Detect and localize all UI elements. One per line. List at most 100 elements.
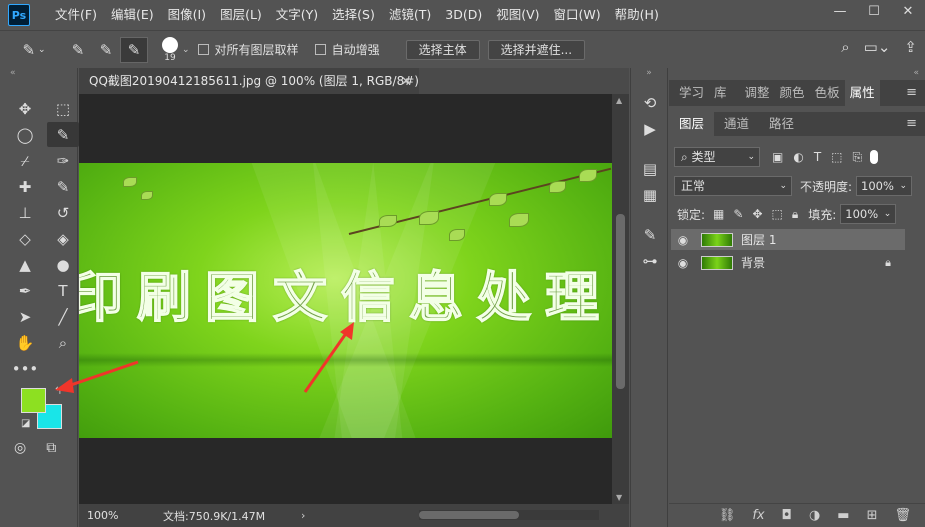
layer-row[interactable]: ◉ 图层 1: [671, 229, 905, 250]
pen-tool-icon[interactable]: ✒: [9, 278, 41, 303]
delete-layer-icon[interactable]: 🗑︎: [894, 508, 911, 523]
adjustment-layer-icon[interactable]: ◑: [809, 508, 820, 523]
tab-swatches[interactable]: 色板: [810, 80, 845, 106]
sample-all-layers-checkbox[interactable]: 对所有图层取样: [197, 41, 299, 58]
menu-3d[interactable]: 3D(D): [438, 0, 489, 30]
default-colors-icon[interactable]: ◪: [21, 418, 30, 429]
lock-transparent-icon[interactable]: ▦: [713, 207, 724, 222]
new-selection-brush-icon[interactable]: ✎: [64, 37, 92, 63]
select-and-mask-button[interactable]: 选择并遮住...: [487, 39, 586, 60]
tab-adjustments[interactable]: 调整: [740, 80, 775, 106]
status-menu-arrow-icon[interactable]: ›: [301, 509, 305, 522]
kind-filter-select[interactable]: ⌕ 类型 ⌄: [674, 147, 760, 167]
clone-stamp-icon[interactable]: ⊥: [9, 200, 41, 225]
swap-colors-icon[interactable]: ↰: [54, 386, 62, 397]
auto-enhance-checkbox[interactable]: 自动增强: [314, 41, 380, 58]
menu-view[interactable]: 视图(V): [489, 0, 546, 30]
document-tab[interactable]: QQ截图20190412185611.jpg @ 100% (图层 1, RGB…: [79, 68, 419, 114]
menu-window[interactable]: 窗口(W): [547, 0, 608, 30]
adjust-sliders-icon[interactable]: ⊶: [631, 248, 669, 274]
menu-help[interactable]: 帮助(H): [608, 0, 666, 30]
tool-preset-picker[interactable]: ✎ ⌄: [14, 37, 54, 63]
chevron-down-icon[interactable]: ⌄: [884, 205, 892, 223]
fill-field[interactable]: 100% ⌄: [840, 204, 897, 224]
menu-filter[interactable]: 滤镜(T): [382, 0, 438, 30]
horizontal-scrollbar[interactable]: [419, 510, 599, 520]
menu-type[interactable]: 文字(Y): [269, 0, 325, 30]
close-tab-icon[interactable]: ✕: [401, 68, 411, 94]
filter-toggle[interactable]: [870, 150, 879, 164]
tab-libraries[interactable]: 库: [709, 80, 732, 106]
actions-play-icon[interactable]: ▶: [631, 116, 669, 142]
move-tool-icon[interactable]: ✥: [9, 96, 41, 121]
close-button[interactable]: ✕: [891, 0, 925, 22]
chevron-down-icon[interactable]: ⌄: [182, 45, 190, 55]
history-panel-icon[interactable]: ⟲: [631, 90, 669, 116]
tab-paths[interactable]: 路径: [759, 112, 804, 136]
new-group-icon[interactable]: ▬: [837, 508, 849, 523]
smart-object-filter-icon[interactable]: ⎘: [853, 150, 863, 165]
type-filter-icon[interactable]: T: [814, 150, 821, 165]
crop-tool-icon[interactable]: ⌿: [9, 148, 41, 173]
zoom-tool-icon[interactable]: ⌕: [47, 330, 79, 355]
minimize-button[interactable]: —: [823, 0, 857, 22]
quick-selection-tool-icon[interactable]: ✎: [47, 122, 79, 147]
eye-icon[interactable]: ◉: [671, 256, 695, 270]
add-selection-brush-icon[interactable]: ✎: [92, 37, 120, 63]
menu-select[interactable]: 选择(S): [325, 0, 382, 30]
shape-filter-icon[interactable]: ⬚: [831, 150, 842, 165]
foreground-color-swatch[interactable]: [21, 388, 46, 413]
tab-properties[interactable]: 属性: [844, 80, 880, 106]
lock-artboard-icon[interactable]: ⬚: [772, 207, 783, 222]
type-tool-icon[interactable]: T: [47, 278, 79, 303]
subtract-selection-brush-icon[interactable]: ✎: [120, 36, 148, 63]
opacity-field[interactable]: 100% ⌄: [856, 176, 913, 196]
add-mask-icon[interactable]: ◘: [782, 508, 792, 523]
layer-row[interactable]: ◉ 背景 🔒︎: [671, 252, 905, 273]
tab-channels[interactable]: 通道: [714, 112, 759, 136]
eyedropper-tool-icon[interactable]: ✑: [47, 148, 79, 173]
collapse-toolbox-icon[interactable]: «: [0, 68, 77, 80]
menu-edit[interactable]: 编辑(E): [104, 0, 161, 30]
maximize-button[interactable]: ☐: [857, 0, 891, 22]
lock-image-icon[interactable]: ✎: [733, 207, 743, 222]
menu-file[interactable]: 文件(F): [48, 0, 104, 30]
eye-icon[interactable]: ◉: [671, 233, 695, 247]
panel-menu-icon[interactable]: ≡: [906, 80, 917, 106]
zoom-level[interactable]: 100%: [79, 509, 135, 522]
brush-size-picker[interactable]: 19: [162, 36, 178, 63]
menu-image[interactable]: 图像(I): [161, 0, 213, 30]
lock-all-icon[interactable]: 🔒︎: [792, 207, 798, 222]
collapse-strip-icon[interactable]: »: [631, 68, 667, 80]
hscroll-thumb[interactable]: [419, 511, 519, 519]
healing-brush-icon[interactable]: ✚: [9, 174, 41, 199]
chevron-down-icon[interactable]: ⌄: [900, 177, 908, 195]
layers-menu-icon[interactable]: ≡: [906, 112, 917, 136]
canvas-image[interactable]: 印刷图文信息处理专: [79, 163, 612, 438]
brush-settings-icon[interactable]: ✎: [631, 222, 669, 248]
workspace-icon[interactable]: ▭⌄: [864, 38, 891, 56]
lock-position-icon[interactable]: ✥: [752, 207, 762, 222]
hand-tool-icon[interactable]: ✋: [9, 330, 41, 355]
fx-icon[interactable]: fx: [752, 508, 764, 523]
lasso-tool-icon[interactable]: ◯: [9, 122, 41, 147]
info-panel-icon[interactable]: ▦: [631, 182, 669, 208]
tab-learn[interactable]: 学习: [669, 80, 709, 106]
adjustment-filter-icon[interactable]: ◐: [793, 150, 803, 165]
link-layers-icon[interactable]: ⛓: [719, 508, 736, 523]
history-brush-icon[interactable]: ↺: [47, 200, 79, 225]
search-icon[interactable]: ⌕: [841, 38, 849, 56]
paint-bucket-icon[interactable]: ◈: [47, 226, 79, 251]
tab-color[interactable]: 颜色: [775, 80, 810, 106]
scroll-up-icon[interactable]: ▲: [616, 96, 622, 105]
marquee-tool-icon[interactable]: ⬚: [47, 96, 79, 121]
more-tools-icon[interactable]: •••: [9, 356, 41, 381]
canvas-area[interactable]: 印刷图文信息处理专: [79, 94, 612, 504]
tab-layers[interactable]: 图层: [669, 112, 715, 136]
menu-layer[interactable]: 图层(L): [213, 0, 269, 30]
select-subject-button[interactable]: 选择主体: [405, 39, 480, 60]
eraser-tool-icon[interactable]: ◇: [9, 226, 41, 251]
screen-mode-icon[interactable]: ⧉: [46, 440, 56, 456]
vertical-scrollbar[interactable]: ▲ ▼: [612, 94, 629, 504]
brush-tool-icon[interactable]: ✎: [47, 174, 79, 199]
